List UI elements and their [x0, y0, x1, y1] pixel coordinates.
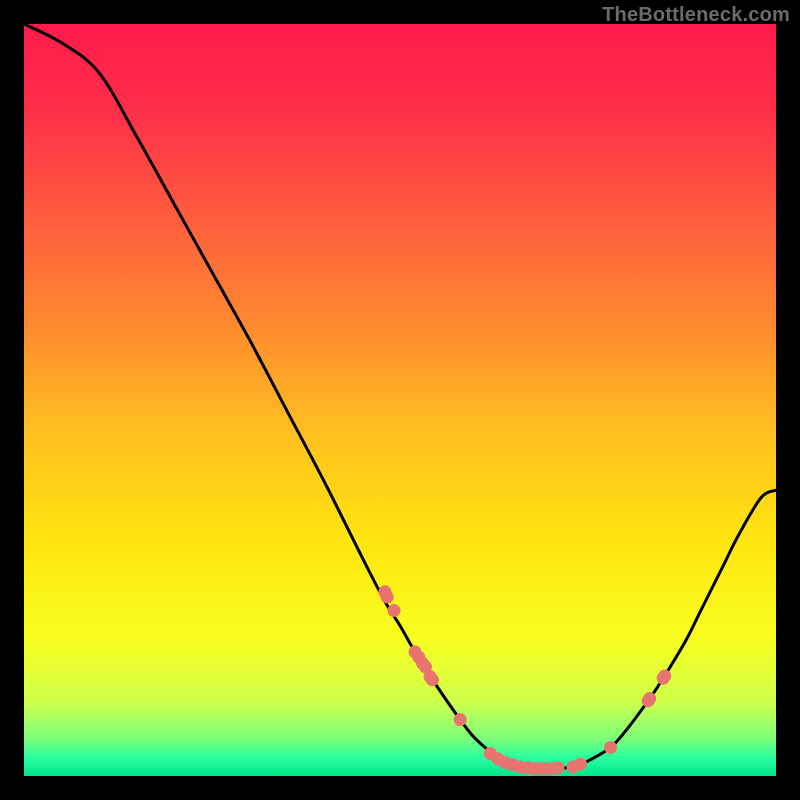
scatter-point	[426, 673, 439, 686]
scatter-point	[551, 761, 564, 774]
scatter-point	[387, 604, 400, 617]
scatter-point	[643, 692, 656, 705]
scatter-point	[574, 757, 587, 770]
chart-svg	[24, 24, 776, 776]
scatter-point	[658, 669, 671, 682]
scatter-point	[381, 591, 394, 604]
chart-frame	[24, 24, 776, 776]
scatter-point	[604, 741, 617, 754]
scatter-point	[454, 713, 467, 726]
